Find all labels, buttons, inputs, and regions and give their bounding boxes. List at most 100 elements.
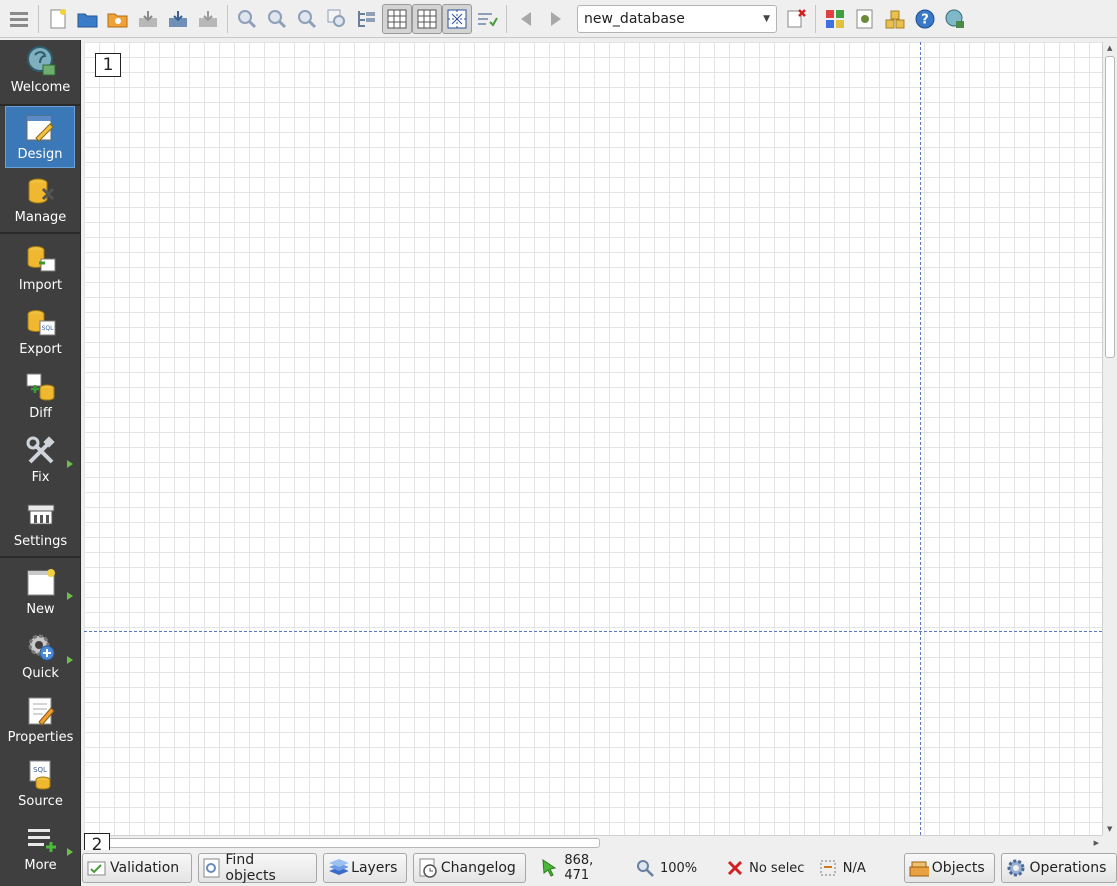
cursor-position: 868, 471	[540, 853, 622, 883]
help-icon[interactable]: ?	[910, 4, 940, 34]
save-all-icon[interactable]	[193, 4, 223, 34]
export-icon: SQL	[24, 306, 58, 340]
sidebar-item-quick[interactable]: Quick	[0, 626, 81, 688]
submenu-arrow-icon	[67, 848, 73, 856]
page-delimiter-vertical	[920, 42, 921, 835]
operations-icon	[1006, 858, 1026, 878]
show-grid-icon[interactable]	[382, 3, 412, 34]
main-toolbar: new_database ▼ ?	[0, 0, 1117, 38]
sidebar-item-import[interactable]: Import	[0, 238, 81, 300]
quick-actions-icon	[24, 630, 58, 664]
align-to-grid-icon[interactable]	[412, 3, 442, 34]
sidebar-item-properties[interactable]: Properties	[0, 690, 81, 752]
scroll-down-icon[interactable]: ▼	[1107, 825, 1112, 833]
operations-button[interactable]: Operations	[1001, 853, 1117, 883]
bug-report-icon[interactable]	[850, 4, 880, 34]
vertical-scrollbar-thumb[interactable]	[1105, 56, 1115, 358]
arrange-objects-icon[interactable]	[352, 4, 382, 34]
sidebar-item-source[interactable]: SQL Source	[0, 754, 81, 816]
toolbar-separator	[815, 4, 816, 33]
database-selector-value: new_database	[584, 10, 685, 27]
sidebar-item-fix[interactable]: Fix	[0, 430, 81, 492]
page-delimiter-horizontal	[84, 631, 1102, 632]
layers-button[interactable]: Layers	[323, 853, 407, 883]
sidebar-item-label: Welcome	[10, 80, 71, 95]
properties-icon	[24, 694, 58, 728]
scroll-up-icon[interactable]: ▲	[1107, 44, 1112, 52]
donate-icon[interactable]	[880, 4, 910, 34]
open-folder-icon[interactable]	[73, 4, 103, 34]
sidebar-item-new[interactable]: New	[0, 562, 81, 624]
zoom-value: 100%	[659, 860, 698, 876]
objects-icon	[909, 858, 929, 878]
cursor-position-value: 868, 471	[564, 853, 594, 883]
back-arrow-icon[interactable]	[511, 4, 541, 34]
svg-text:SQL: SQL	[41, 325, 54, 332]
sidebar-item-more[interactable]: More	[0, 818, 81, 880]
sidebar-item-label: Properties	[7, 730, 74, 745]
sidebar-item-label: Import	[18, 278, 63, 293]
recent-models-icon[interactable]	[103, 4, 133, 34]
selection-size: N/A	[819, 859, 866, 877]
validation-label: Validation	[110, 860, 180, 876]
scroll-right-icon[interactable]: ▶	[1094, 839, 1099, 847]
layers-label: Layers	[351, 860, 398, 876]
cursor-icon	[540, 859, 558, 877]
changelog-icon	[418, 858, 438, 878]
sidebar-item-manage[interactable]: Manage	[0, 170, 81, 232]
no-selection-icon	[727, 859, 743, 877]
operations-label: Operations	[1029, 860, 1107, 876]
new-object-icon	[24, 566, 58, 600]
diff-icon	[24, 370, 58, 404]
sidebar-item-design[interactable]: Design	[5, 106, 75, 168]
sidebar-item-label: More	[24, 858, 57, 873]
svg-text:?: ?	[921, 12, 929, 27]
save-as-icon[interactable]	[163, 4, 193, 34]
save-icon[interactable]	[133, 4, 163, 34]
adjust-zoom-icon[interactable]	[322, 4, 352, 34]
sidebar-item-welcome[interactable]: Welcome	[0, 40, 81, 102]
page-delimiters-icon[interactable]	[442, 3, 472, 34]
zoom-in-icon[interactable]	[232, 4, 262, 34]
design-canvas[interactable]	[84, 42, 1102, 835]
close-model-icon[interactable]	[781, 4, 811, 34]
sidebar: Welcome Design Manage Import SQL Export …	[0, 40, 81, 886]
sidebar-item-settings[interactable]: Settings	[0, 494, 81, 556]
selection-status: No selecti	[727, 859, 805, 877]
database-selector[interactable]: new_database ▼	[577, 4, 777, 33]
plugins-icon[interactable]	[820, 4, 850, 34]
horizontal-scrollbar-thumb[interactable]	[98, 838, 600, 848]
manage-icon	[24, 174, 58, 208]
changelog-button[interactable]: Changelog	[412, 853, 527, 883]
new-model-icon[interactable]	[43, 4, 73, 34]
find-objects-button[interactable]: Find objects	[197, 852, 318, 884]
source-sql-icon: SQL	[24, 758, 58, 792]
validation-button[interactable]: Validation	[82, 853, 192, 883]
layers-icon	[328, 858, 349, 878]
forward-arrow-icon[interactable]	[541, 4, 571, 34]
find-objects-icon	[203, 858, 223, 878]
svg-text:SQL: SQL	[33, 766, 47, 774]
settings-icon	[24, 498, 58, 532]
sidebar-item-label: Export	[19, 342, 62, 357]
selection-status-value: No selecti	[749, 860, 805, 876]
status-bar: Validation Find objects Layers Changelog…	[82, 850, 1117, 886]
objects-button[interactable]: Objects	[903, 853, 996, 883]
sidebar-item-diff[interactable]: Diff	[0, 366, 81, 428]
sidebar-item-export[interactable]: SQL Export	[0, 302, 81, 364]
sidebar-item-label: Design	[17, 147, 63, 162]
toolbar-separator	[506, 4, 507, 33]
import-icon	[24, 242, 58, 276]
main-menu-icon[interactable]	[4, 4, 34, 34]
horizontal-scrollbar[interactable]: ◀ ▶	[84, 835, 1102, 850]
about-icon[interactable]	[940, 4, 970, 34]
overview-icon[interactable]	[472, 4, 502, 34]
welcome-icon	[24, 44, 58, 78]
zoom-out-icon[interactable]	[262, 4, 292, 34]
zoom-normal-icon[interactable]	[292, 4, 322, 34]
callout-tag-1: 1	[95, 53, 121, 77]
submenu-arrow-icon	[67, 460, 73, 468]
selection-size-value: N/A	[842, 860, 866, 876]
validation-icon	[87, 858, 107, 878]
vertical-scrollbar[interactable]: ▲ ▼	[1102, 42, 1117, 835]
